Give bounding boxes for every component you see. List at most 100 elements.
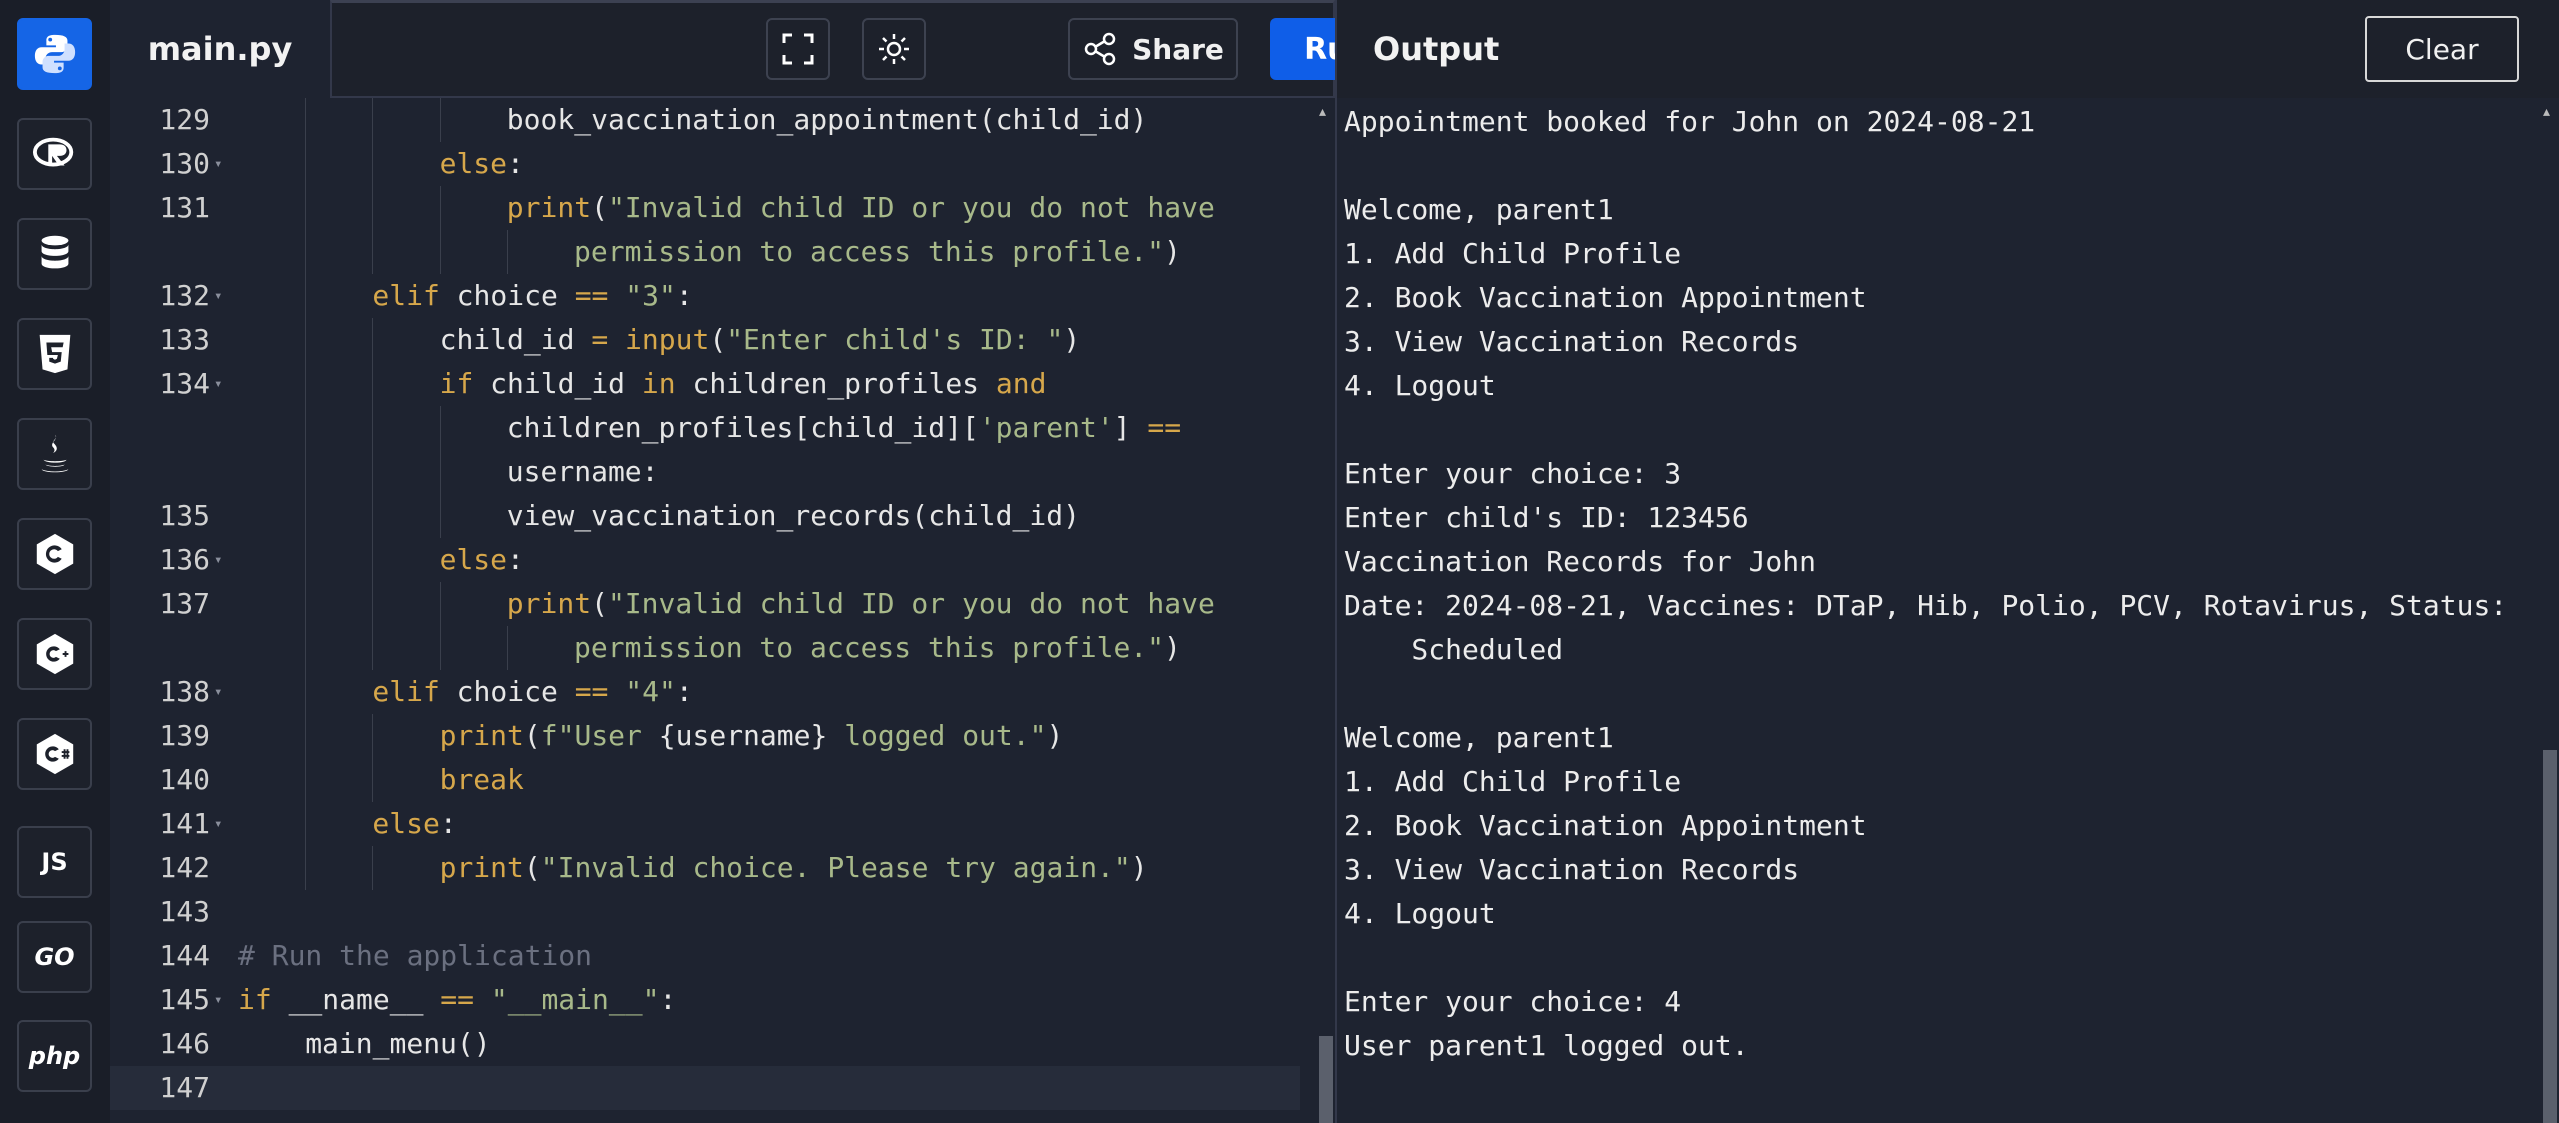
code-text: break bbox=[440, 758, 524, 802]
code-text: # Run the application bbox=[238, 934, 592, 978]
fold-chevron-icon[interactable]: ▾ bbox=[214, 538, 222, 582]
code-token: permission to access this profile." bbox=[574, 235, 1165, 268]
line-number: 147 bbox=[159, 1071, 210, 1104]
code-text: else: bbox=[440, 538, 524, 582]
code-line[interactable]: 129 book_vaccination_appointment(child_id… bbox=[110, 98, 1300, 142]
code-token: : bbox=[659, 983, 677, 1016]
go-icon[interactable]: GO bbox=[17, 921, 92, 993]
code-token: children_profiles bbox=[675, 367, 996, 400]
editor-scroll-thumb[interactable] bbox=[1319, 1036, 1333, 1123]
code-line[interactable]: 130 ▾ else: bbox=[110, 142, 1300, 186]
file-tab-main-py[interactable]: main.py bbox=[110, 0, 330, 98]
indent-guide bbox=[372, 846, 374, 890]
code-line[interactable]: 147 bbox=[110, 1066, 1300, 1110]
code-token: == bbox=[440, 983, 475, 1016]
scroll-up-icon[interactable]: ▴ bbox=[1319, 104, 1326, 120]
code-token: : bbox=[439, 807, 457, 840]
code-token: : bbox=[675, 279, 693, 312]
php-icon[interactable]: php bbox=[17, 1020, 92, 1092]
code-token: print bbox=[506, 191, 592, 224]
scroll-up-icon[interactable]: ▴ bbox=[2543, 104, 2550, 120]
indent-guide bbox=[305, 714, 307, 758]
code-line[interactable]: 141 ▾ else: bbox=[110, 802, 1300, 846]
indent-guide bbox=[305, 142, 307, 186]
code-line[interactable]: 142 print("Invalid choice. Please try aga… bbox=[110, 846, 1300, 890]
java-icon[interactable] bbox=[17, 418, 92, 490]
code-token: child_id bbox=[473, 367, 642, 400]
indent-guide bbox=[305, 274, 307, 318]
indent-guide bbox=[372, 450, 374, 494]
code-token: ) bbox=[1063, 323, 1081, 356]
fold-chevron-icon[interactable]: ▾ bbox=[214, 362, 222, 406]
theme-toggle-button[interactable] bbox=[862, 18, 926, 80]
fold-chevron-icon[interactable]: ▾ bbox=[214, 142, 222, 186]
code-line[interactable]: 131 print("Invalid child ID or you do not… bbox=[110, 186, 1300, 230]
code-token: book_vaccination_appointment(child_id) bbox=[506, 103, 1148, 136]
code-line[interactable]: 146 main_menu() bbox=[110, 1022, 1300, 1066]
code-token: choice bbox=[439, 279, 575, 312]
indent-guide bbox=[372, 406, 374, 450]
code-line[interactable]: 145 ▾ if __name__ == "__main__": bbox=[110, 978, 1300, 1022]
output-line: 2. Book Vaccination Appointment bbox=[1344, 809, 1867, 842]
line-number: 142 bbox=[159, 851, 210, 884]
code-line[interactable]: 138 ▾ elif choice == "4": bbox=[110, 670, 1300, 714]
code-line[interactable]: children_profiles[child_id]['parent'] == bbox=[110, 406, 1300, 450]
indent-guide bbox=[372, 186, 374, 230]
output-scrollbar[interactable]: ▴ bbox=[2539, 98, 2559, 1123]
code-token: elif bbox=[372, 279, 440, 312]
output-scroll-thumb[interactable] bbox=[2543, 750, 2557, 1123]
cpp-icon[interactable] bbox=[17, 618, 92, 690]
code-line[interactable]: 140 break bbox=[110, 758, 1300, 802]
code-editor[interactable]: 129 book_vaccination_appointment(child_id… bbox=[110, 98, 1335, 1123]
fold-chevron-icon[interactable]: ▾ bbox=[214, 978, 222, 1022]
code-text: permission to access this profile.") bbox=[574, 230, 1181, 274]
code-token: ) bbox=[1130, 851, 1148, 884]
fold-chevron-icon[interactable]: ▾ bbox=[214, 274, 222, 318]
clear-button[interactable]: Clear bbox=[2365, 16, 2519, 82]
indent-guide bbox=[305, 758, 307, 802]
code-text: else: bbox=[440, 142, 524, 186]
code-line[interactable]: permission to access this profile.") bbox=[110, 626, 1300, 670]
code-line[interactable]: 135 view_vaccination_records(child_id) bbox=[110, 494, 1300, 538]
indent-guide bbox=[305, 230, 307, 274]
code-token: logged out." bbox=[827, 719, 1047, 752]
code-token: elif bbox=[372, 675, 440, 708]
fullscreen-button[interactable] bbox=[766, 18, 830, 80]
code-token: "3" bbox=[625, 279, 676, 312]
code-line[interactable]: 137 print("Invalid child ID or you do not… bbox=[110, 582, 1300, 626]
code-line[interactable]: 134 ▾ if child_id in children_profiles and bbox=[110, 362, 1300, 406]
code-line[interactable]: username: bbox=[110, 450, 1300, 494]
code-line[interactable]: 136 ▾ else: bbox=[110, 538, 1300, 582]
code-line[interactable]: 132 ▾ elif choice == "3": bbox=[110, 274, 1300, 318]
code-token: ) bbox=[1164, 235, 1181, 268]
code-token: : bbox=[507, 543, 524, 576]
output-title: Output bbox=[1373, 30, 1500, 68]
indent-guide bbox=[305, 450, 307, 494]
code-line[interactable]: 133 child_id = input("Enter child's ID: "… bbox=[110, 318, 1300, 362]
c-icon[interactable] bbox=[17, 518, 92, 590]
indent-guide bbox=[439, 494, 441, 538]
code-line[interactable]: permission to access this profile.") bbox=[110, 230, 1300, 274]
code-line[interactable]: 139 print(f"User {username} logged out.") bbox=[110, 714, 1300, 758]
html5-icon[interactable] bbox=[17, 318, 92, 390]
r-icon[interactable] bbox=[17, 118, 92, 190]
javascript-icon[interactable]: JS bbox=[17, 826, 92, 898]
indent-guide bbox=[372, 714, 374, 758]
output-line: Enter child's ID: 123456 bbox=[1344, 501, 1749, 534]
code-text: children_profiles[child_id]['parent'] == bbox=[507, 406, 1181, 450]
code-token: ) bbox=[1046, 719, 1064, 752]
fold-chevron-icon[interactable]: ▾ bbox=[214, 802, 222, 846]
code-token: f"User bbox=[540, 719, 659, 752]
output-text: Appointment booked for John on 2024-08-2… bbox=[1344, 98, 2534, 1066]
code-line[interactable]: 143 bbox=[110, 890, 1300, 934]
fold-chevron-icon[interactable]: ▾ bbox=[214, 670, 222, 714]
code-text: if __name__ == "__main__": bbox=[238, 978, 676, 1022]
database-icon[interactable] bbox=[17, 218, 92, 290]
code-token: ( bbox=[523, 719, 541, 752]
share-button[interactable]: Share bbox=[1068, 18, 1238, 80]
code-line[interactable]: 144 # Run the application bbox=[110, 934, 1300, 978]
csharp-icon[interactable] bbox=[17, 718, 92, 790]
editor-scrollbar[interactable]: ▴ bbox=[1315, 98, 1335, 1123]
python-icon[interactable] bbox=[17, 18, 92, 90]
